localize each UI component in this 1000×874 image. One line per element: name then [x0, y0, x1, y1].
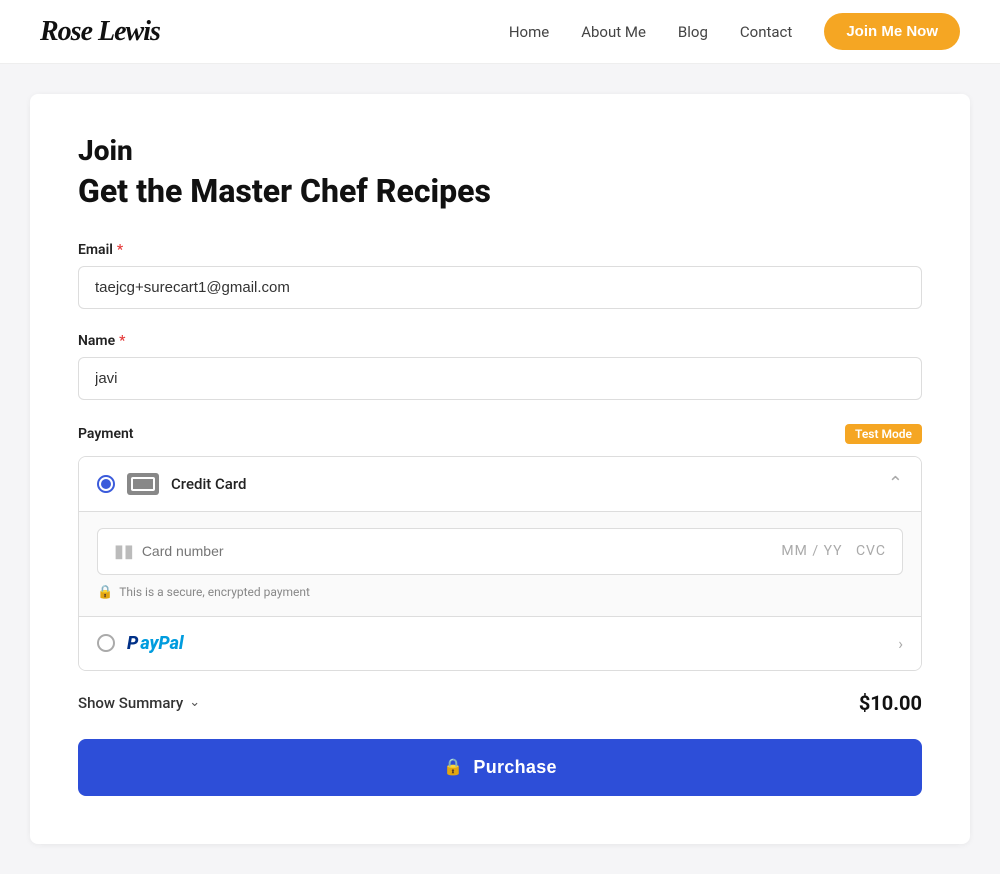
email-input[interactable]: [78, 266, 922, 309]
credit-card-label: Credit Card: [171, 475, 876, 493]
purchase-lock-icon: 🔒: [443, 757, 463, 777]
nav-link-blog[interactable]: Blog: [678, 23, 708, 41]
purchase-label: Purchase: [473, 757, 556, 778]
site-logo: Rose Lewis: [40, 16, 160, 48]
name-input[interactable]: [78, 357, 922, 400]
nav-links: Home About Me Blog Contact Join Me Now: [509, 13, 960, 50]
credit-card-radio[interactable]: [97, 475, 115, 493]
secure-notice-text: This is a secure, encrypted payment: [119, 585, 310, 599]
nav-link-about[interactable]: About Me: [581, 23, 646, 41]
paypal-radio[interactable]: [97, 634, 115, 652]
email-label: Email *: [78, 242, 922, 258]
nav-link-contact[interactable]: Contact: [740, 23, 792, 41]
card-input-section: ▮▮ MM / YY CVC 🔒 This is a secure, encry…: [79, 511, 921, 616]
card-placeholder-icon: ▮▮: [114, 541, 134, 562]
email-field-group: Email *: [78, 242, 922, 309]
payment-header: Payment Test Mode: [78, 424, 922, 444]
navbar: Rose Lewis Home About Me Blog Contact Jo…: [0, 0, 1000, 64]
payment-section: Payment Test Mode Credit Card ⌃ ▮▮: [78, 424, 922, 671]
credit-card-option[interactable]: Credit Card ⌃: [79, 457, 921, 511]
payment-options-container: Credit Card ⌃ ▮▮ MM / YY CVC 🔒 This is a…: [78, 456, 922, 671]
credit-card-chevron-icon: ⌃: [888, 473, 903, 494]
card-number-row: ▮▮ MM / YY CVC: [97, 528, 903, 575]
name-label: Name *: [78, 333, 922, 349]
join-now-button[interactable]: Join Me Now: [824, 13, 960, 50]
test-mode-badge: Test Mode: [845, 424, 922, 444]
secure-lock-icon: 🔒: [97, 585, 113, 600]
purchase-button[interactable]: 🔒 Purchase: [78, 739, 922, 796]
product-title: Get the Master Chef Recipes: [78, 172, 922, 210]
summary-chevron-icon: ⌄: [189, 695, 200, 710]
summary-row: Show Summary ⌄ $10.00: [78, 671, 922, 739]
card-number-input[interactable]: [142, 543, 774, 559]
email-required-star: *: [117, 242, 123, 258]
credit-card-icon: [127, 473, 159, 495]
paypal-logo: PayPal: [127, 633, 184, 654]
form-card: Join Get the Master Chef Recipes Email *…: [30, 94, 970, 844]
paypal-chevron-icon: ›: [898, 634, 903, 653]
page-wrapper: Join Get the Master Chef Recipes Email *…: [10, 64, 990, 874]
nav-link-home[interactable]: Home: [509, 23, 549, 41]
name-field-group: Name *: [78, 333, 922, 400]
price-total: $10.00: [859, 691, 922, 715]
secure-notice: 🔒 This is a secure, encrypted payment: [97, 585, 903, 600]
show-summary-label: Show Summary: [78, 694, 183, 712]
name-required-star: *: [119, 333, 125, 349]
payment-section-label: Payment: [78, 426, 134, 442]
paypal-option[interactable]: PayPal ›: [79, 617, 921, 670]
join-label: Join: [78, 134, 922, 168]
show-summary-button[interactable]: Show Summary ⌄: [78, 694, 200, 712]
card-expiry-cvc: MM / YY CVC: [781, 543, 886, 559]
